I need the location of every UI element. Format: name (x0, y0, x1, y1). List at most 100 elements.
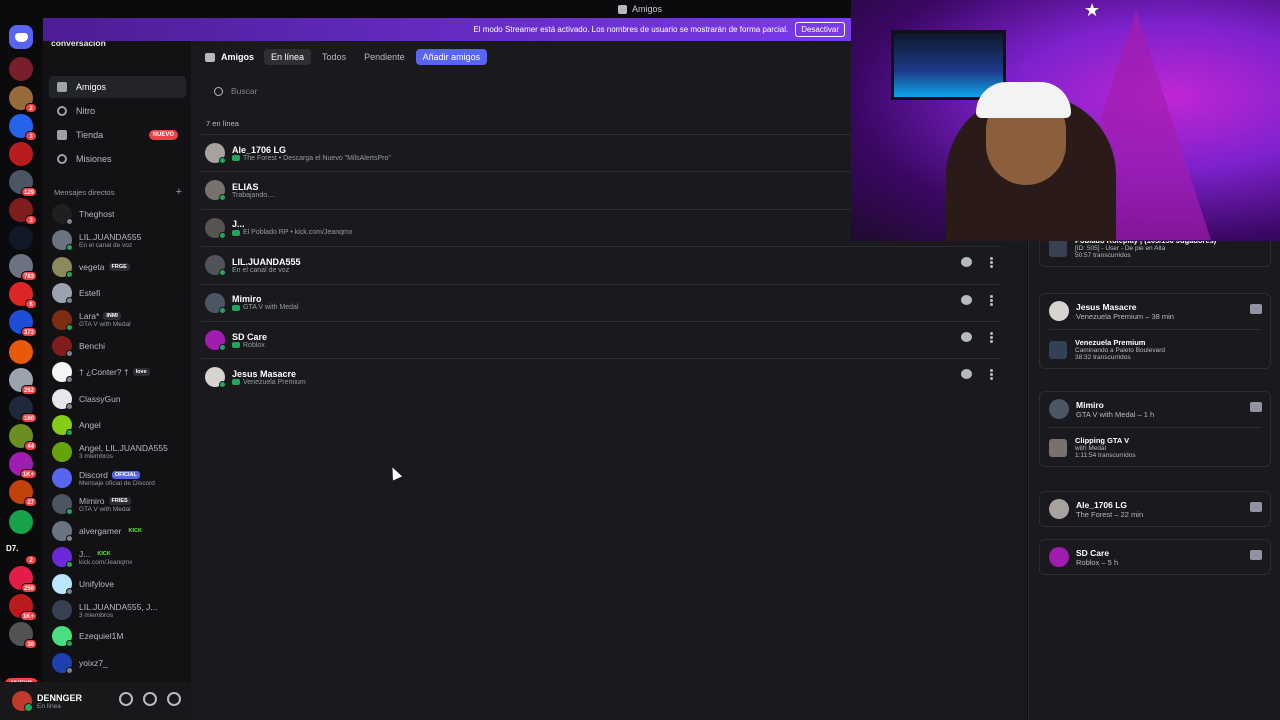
dm-item[interactable]: alvergamer KICK (52, 519, 186, 543)
server-icon[interactable] (9, 57, 33, 81)
dm-item[interactable]: Ezequiel1M (52, 624, 186, 648)
server-icon[interactable]: 1K+ (9, 594, 37, 621)
dm-item[interactable]: Angel, LIL.JUANDA555 3 miembros (52, 440, 186, 464)
dm-item[interactable]: Unifylove (52, 572, 186, 596)
dm-item[interactable]: yoixz7_ (52, 651, 186, 675)
dm-name-text: Ezequiel1M (79, 631, 124, 642)
avatar (52, 336, 73, 357)
activity-card[interactable]: Jesus Masacre Venezuela Premium – 38 min V… (1039, 293, 1271, 369)
dm-item[interactable]: LIL.JUANDA555, J... 3 miembros (52, 598, 186, 622)
dm-item[interactable]: Estefi (52, 281, 186, 305)
mic-icon[interactable] (119, 692, 133, 706)
server-icon[interactable]: 256 (9, 566, 37, 593)
friends-search-input[interactable] (231, 86, 831, 96)
mention-badge: 129 (20, 187, 37, 197)
add-friends-button[interactable]: Añadir amigos (415, 49, 488, 65)
tab-all[interactable]: Todos (315, 49, 353, 65)
message-icon[interactable] (961, 369, 972, 380)
message-icon[interactable] (961, 332, 972, 342)
server-icon[interactable]: 6 (9, 282, 37, 309)
status-indicator (219, 157, 226, 164)
nav-quests[interactable]: Misiones (49, 148, 186, 170)
dm-item[interactable]: J... KICK kick.com/Jeanqmx (52, 545, 186, 569)
new-badge: NUEVO (148, 130, 178, 140)
dm-item[interactable]: ClassyGun (52, 387, 186, 411)
dm-item[interactable]: vegeta FRGE (52, 255, 186, 279)
activity-card[interactable]: Ale_1706 LG The Forest – 22 min (1039, 491, 1271, 527)
settings-gear-icon[interactable] (167, 692, 181, 706)
mention-badge: 256 (20, 583, 37, 593)
server-icon[interactable]: 160 (9, 396, 37, 423)
dm-item[interactable]: Benchi (52, 334, 186, 358)
nav-friends[interactable]: Amigos (49, 76, 186, 98)
server-icon[interactable]: 262 (9, 368, 37, 395)
activity-summary: Venezuela Premium – 38 min (1076, 311, 1174, 321)
server-icon[interactable]: 2 (9, 86, 37, 113)
server-icon[interactable]: 36 (9, 622, 37, 649)
server-icon[interactable]: 783 (9, 254, 37, 281)
disable-streamer-button[interactable]: Desactivar (795, 22, 845, 37)
friend-row[interactable]: Mimiro GTA V with Medal (201, 283, 1001, 321)
user-avatar[interactable] (12, 691, 33, 712)
avatar (205, 217, 226, 239)
avatar (52, 230, 73, 252)
dm-item[interactable]: LIL.JUANDA555 En el canal de voz (52, 228, 186, 252)
friend-row[interactable]: Jesus Masacre Venezuela Premium (201, 358, 1001, 395)
server-icon[interactable]: D7. 2 (6, 538, 37, 565)
server-icon[interactable] (9, 226, 33, 250)
nav-nitro[interactable]: Nitro (49, 100, 186, 122)
profile-tag: OFICIAL (111, 470, 140, 479)
avatar (205, 292, 226, 314)
avatar (52, 415, 73, 437)
server-icon[interactable]: 44 (9, 424, 37, 451)
friend-row[interactable]: LIL.JUANDA555 En el canal de voz (201, 246, 1001, 283)
server-icon[interactable] (9, 142, 33, 166)
friend-name: Ale_1706 LG (232, 144, 287, 155)
mention-badge: 783 (20, 271, 37, 281)
server-icon[interactable]: 3 (9, 114, 37, 141)
headphones-icon[interactable] (143, 692, 157, 706)
message-icon[interactable] (961, 257, 972, 268)
server-icon[interactable]: 27 (9, 480, 37, 507)
activity-elapsed: 50:57 transcurridos (1075, 252, 1131, 259)
activity-detail: Caminando a Paleto Boulevard (1075, 347, 1165, 354)
user-panel: DENNGER En línea (0, 682, 191, 720)
dm-item[interactable]: Lara* INMI GTA V with Medal (52, 308, 186, 332)
tab-online[interactable]: En línea (264, 49, 312, 65)
nav-shop[interactable]: Tienda NUEVO (49, 124, 186, 146)
dm-item[interactable]: Discord OFICIAL Mensaje oficial de Discord (52, 466, 186, 490)
friend-status-text: El Poblado RP • kick.com/Jeanqmx (243, 229, 353, 237)
game-icon (1250, 502, 1262, 512)
more-options-icon[interactable] (990, 332, 993, 343)
activity-title: Venezuela Premium (1075, 338, 1146, 347)
dm-item[interactable]: Theghost (52, 202, 186, 226)
server-icon[interactable]: 372 (9, 310, 37, 337)
message-icon[interactable] (961, 294, 972, 305)
friend-status-text: Roblox (243, 341, 265, 349)
dm-item[interactable]: Mimiro FRIES GTA V with Medal (52, 492, 186, 516)
add-dm-button[interactable]: + (176, 187, 182, 198)
more-options-icon[interactable] (990, 257, 993, 269)
friend-row[interactable]: SD Care Roblox (201, 321, 1001, 358)
server-icon[interactable] (9, 510, 33, 534)
server-icon[interactable]: 129 (9, 170, 37, 197)
status-indicator (66, 587, 73, 595)
activity-card[interactable]: Mimiro GTA V with Medal – 1 h Clipping GTA… (1039, 391, 1271, 467)
activity-user: Jesus Masacre (1076, 301, 1137, 312)
dm-name-text: † ¿Conter? † (79, 367, 129, 378)
discord-home-icon[interactable] (9, 25, 33, 49)
server-icon[interactable] (9, 340, 33, 364)
tab-pending[interactable]: Pendiente (357, 49, 412, 65)
more-options-icon[interactable] (990, 369, 993, 381)
dm-item[interactable]: Angel (52, 413, 186, 437)
friend-status-text: Venezuela Premium (243, 378, 306, 386)
user-status: En línea (37, 702, 61, 710)
dm-name: Angel (79, 420, 101, 430)
dm-item[interactable]: † ¿Conter? † love (52, 360, 186, 384)
more-options-icon[interactable] (990, 294, 993, 306)
server-icon[interactable]: 3 (9, 198, 37, 225)
server-icon[interactable]: 1K+ (9, 452, 37, 479)
activity-card[interactable]: SD Care Roblox – 5 h (1039, 539, 1271, 575)
quests-icon (57, 154, 67, 164)
mention-badge: 160 (20, 413, 37, 423)
